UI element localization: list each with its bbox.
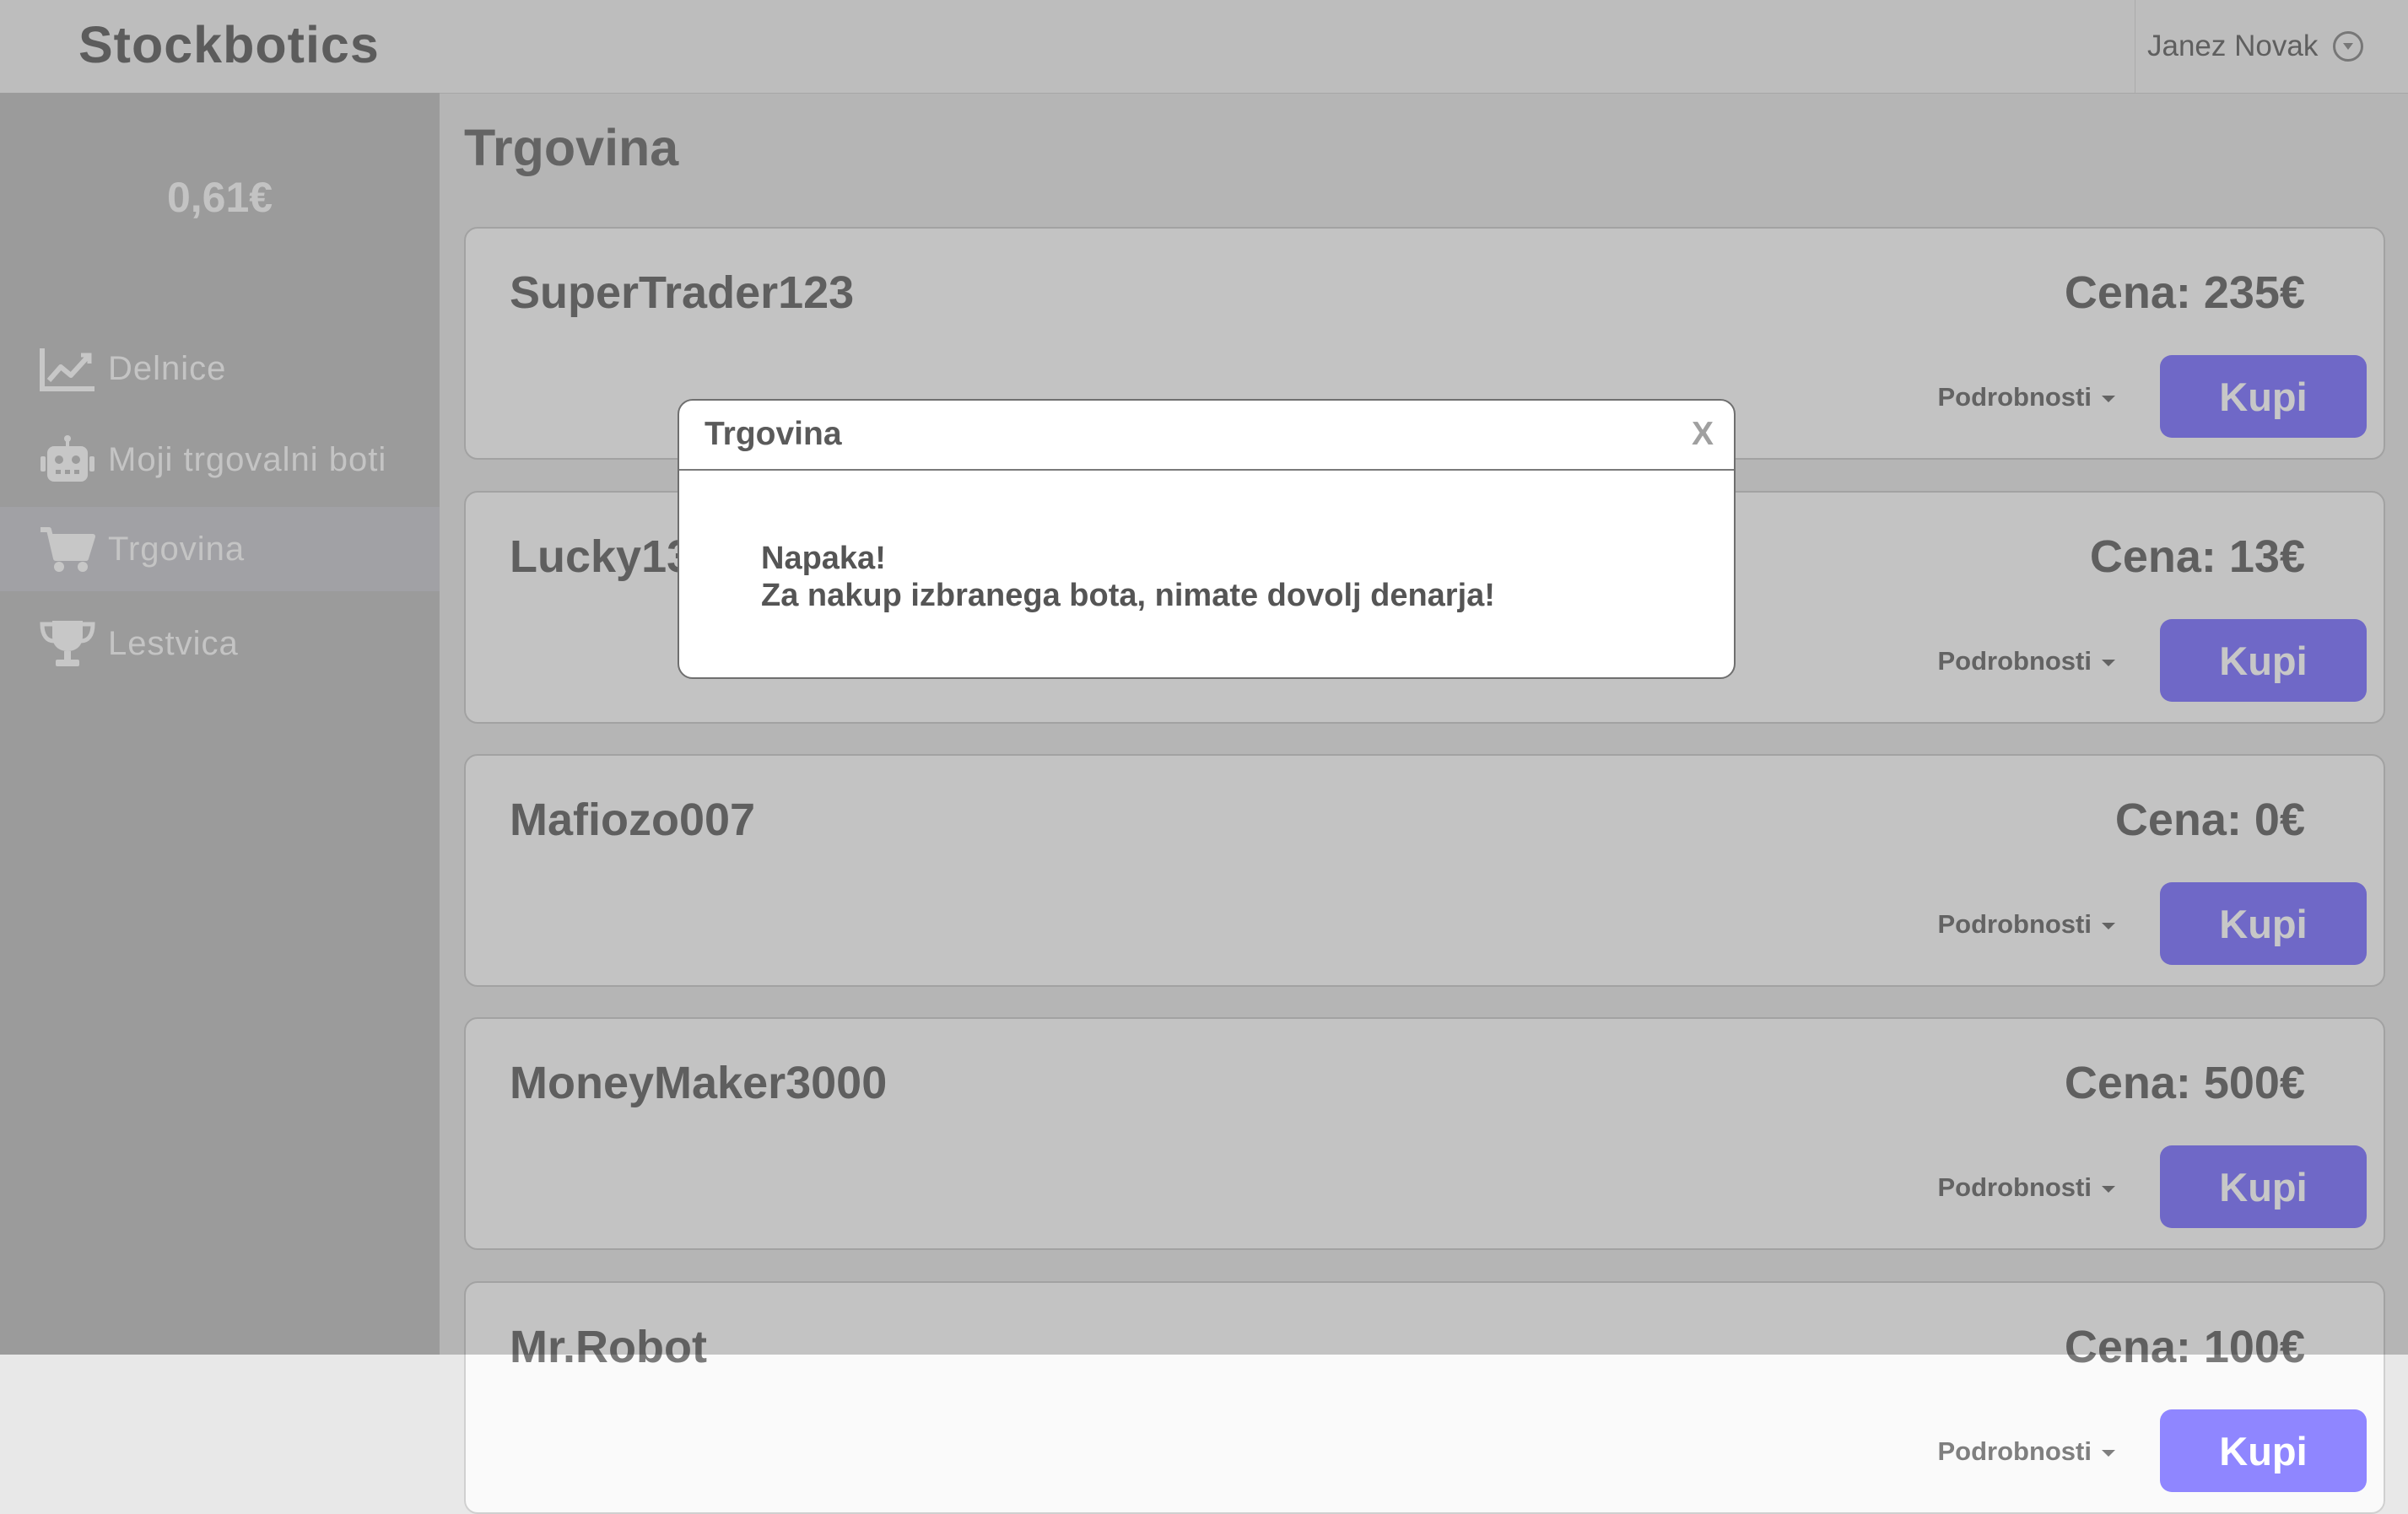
error-title: Napaka! <box>761 541 886 576</box>
caret-down-icon <box>2102 1449 2115 1457</box>
details-dropdown[interactable]: Podrobnosti <box>1937 1436 2115 1467</box>
error-dialog: Trgovina X Napaka! Za nakup izbranega bo… <box>678 399 1736 679</box>
dialog-title: Trgovina <box>705 416 842 452</box>
dialog-body: Napaka! Za nakup izbranega bota, nimate … <box>761 540 1495 614</box>
dialog-header: Trgovina X <box>679 401 1734 471</box>
buy-button[interactable]: Kupi <box>2160 1409 2367 1492</box>
error-message: Za nakup izbranega bota, nimate dovolj d… <box>761 578 1495 613</box>
close-button[interactable]: X <box>1692 416 1714 453</box>
